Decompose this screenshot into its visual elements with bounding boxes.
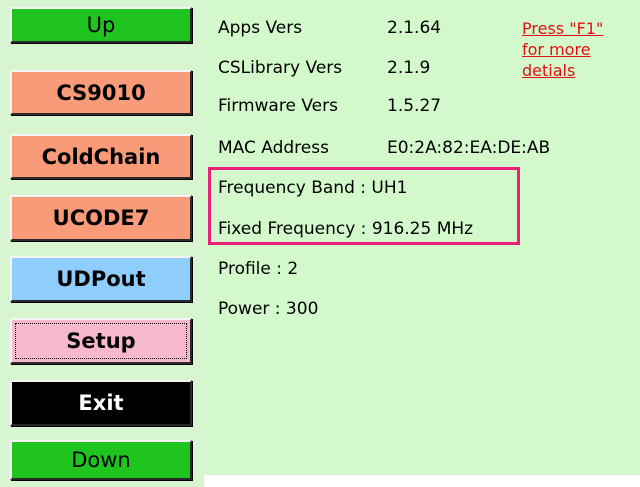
power: Power : 300 [218, 299, 319, 319]
firmware-version-value: 1.5.27 [387, 96, 442, 116]
udpout-button[interactable]: UDPout [10, 256, 192, 302]
up-button[interactable]: Up [10, 7, 192, 43]
cslibrary-version-label: CSLibrary Vers [218, 58, 343, 78]
mac-address-label: MAC Address [218, 138, 329, 158]
cslibrary-version-value: 2.1.9 [387, 58, 431, 78]
help-link-line-2: for more [522, 40, 591, 59]
profile: Profile : 2 [218, 259, 299, 279]
frequency-highlight-box [208, 167, 520, 245]
mac-address-value: E0:2A:82:EA:DE:AB [387, 138, 551, 158]
cs9010-button[interactable]: CS9010 [10, 70, 192, 115]
app-window: Up CS9010 ColdChain UCODE7 UDPout Setup … [0, 0, 640, 487]
exit-button[interactable]: Exit [10, 380, 192, 426]
setup-button[interactable]: Setup [10, 318, 192, 364]
ucode7-button[interactable]: UCODE7 [10, 195, 192, 241]
down-button[interactable]: Down [10, 440, 192, 480]
firmware-version-label: Firmware Vers [218, 96, 338, 116]
setup-button-label: Setup [66, 329, 136, 353]
apps-version-value: 2.1.64 [387, 18, 442, 38]
help-link[interactable]: Press "F1" for more detials [522, 18, 632, 81]
apps-version-label: Apps Vers [218, 18, 303, 38]
help-link-line-1: Press "F1" [522, 19, 604, 38]
coldchain-button[interactable]: ColdChain [10, 134, 192, 179]
help-link-line-3: detials [522, 61, 576, 80]
nav-sidebar: Up CS9010 ColdChain UCODE7 UDPout Setup … [0, 0, 204, 487]
